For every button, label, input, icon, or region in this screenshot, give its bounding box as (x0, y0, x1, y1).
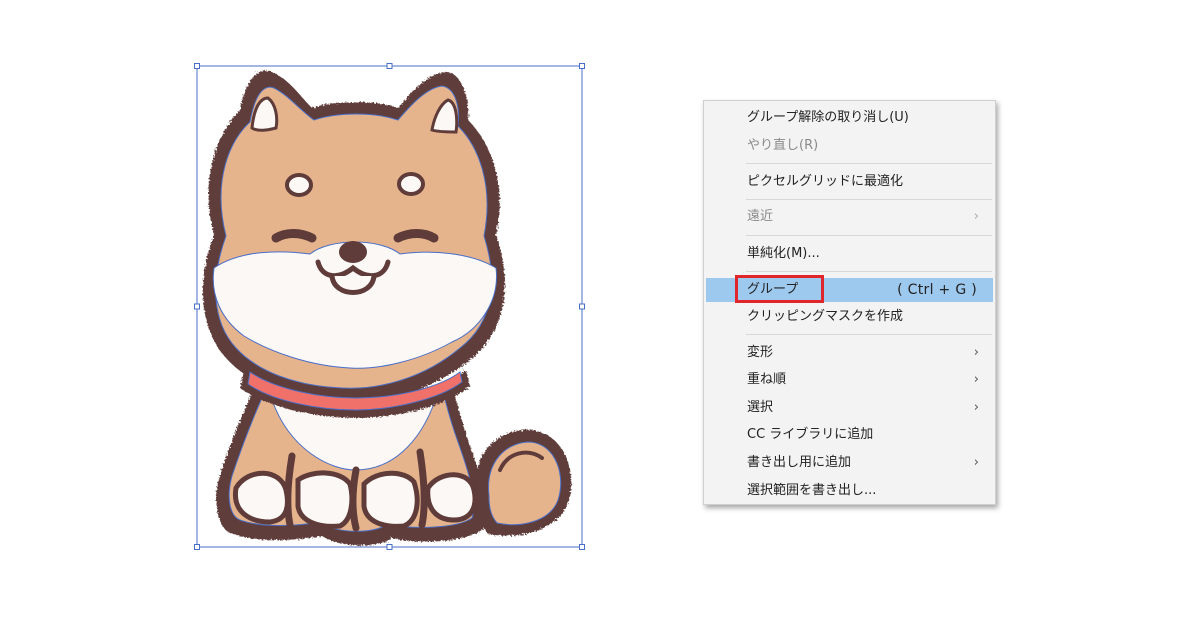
menu-item-label: 選択 (747, 400, 774, 415)
menu-item-pixel-grid[interactable]: ピクセルグリッドに最適化 (706, 171, 993, 193)
menu-item-simplify[interactable]: 単純化(M)... (706, 243, 993, 265)
menu-item-label: クリッピングマスクを作成 (747, 309, 904, 324)
chevron-right-icon: › (973, 345, 979, 360)
menu-separator (746, 199, 992, 200)
menu-item-label: やり直し(R) (747, 138, 819, 153)
menu-item-group[interactable]: グループ ( Ctrl + G ) (706, 275, 993, 303)
menu-item-undo-ungroup[interactable]: グループ解除の取り消し(U) (706, 107, 993, 129)
menu-item-label: 書き出し用に追加 (747, 455, 852, 470)
chevron-right-icon: › (973, 400, 979, 415)
menu-item-label: 選択範囲を書き出し... (747, 483, 877, 498)
artboard: グループ解除の取り消し(U) やり直し(R) ピクセルグリッドに最適化 遠近 ›… (0, 0, 1200, 623)
context-menu: グループ解除の取り消し(U) やり直し(R) ピクセルグリッドに最適化 遠近 ›… (703, 100, 996, 505)
shiba-inu-artwork[interactable] (0, 0, 1200, 623)
menu-item-label: ピクセルグリッドに最適化 (747, 174, 904, 189)
menu-item-clipping-mask[interactable]: クリッピングマスクを作成 (706, 306, 993, 328)
menu-item-transform[interactable]: 変形 › (706, 342, 993, 364)
menu-item-redo[interactable]: やり直し(R) (706, 135, 993, 157)
menu-item-label: 単純化(M)... (747, 246, 820, 261)
chevron-right-icon: › (973, 372, 979, 387)
menu-separator (746, 334, 992, 335)
menu-item-add-to-cc-library[interactable]: CC ライブラリに追加 (706, 424, 993, 446)
tail (476, 429, 572, 536)
shortcut-label: ( Ctrl + G ) (897, 282, 977, 298)
menu-separator (746, 235, 992, 236)
menu-item-arrange[interactable]: 重ね順 › (706, 369, 993, 391)
menu-item-label: 遠近 (747, 209, 774, 224)
menu-item-perspective[interactable]: 遠近 › (706, 206, 993, 228)
chevron-right-icon: › (973, 209, 979, 224)
menu-item-label: 変形 (747, 345, 774, 360)
menu-item-label: グループ解除の取り消し(U) (747, 110, 909, 125)
menu-separator (746, 163, 992, 164)
menu-item-label: CC ライブラリに追加 (747, 427, 874, 442)
menu-item-select[interactable]: 選択 › (706, 397, 993, 419)
head (202, 70, 505, 403)
menu-separator (746, 271, 992, 272)
menu-item-export-selection[interactable]: 選択範囲を書き出し... (706, 480, 993, 502)
highlight-frame (735, 275, 824, 303)
chevron-right-icon: › (973, 455, 979, 470)
menu-item-add-for-export[interactable]: 書き出し用に追加 › (706, 452, 993, 474)
menu-item-label: 重ね順 (747, 372, 787, 387)
